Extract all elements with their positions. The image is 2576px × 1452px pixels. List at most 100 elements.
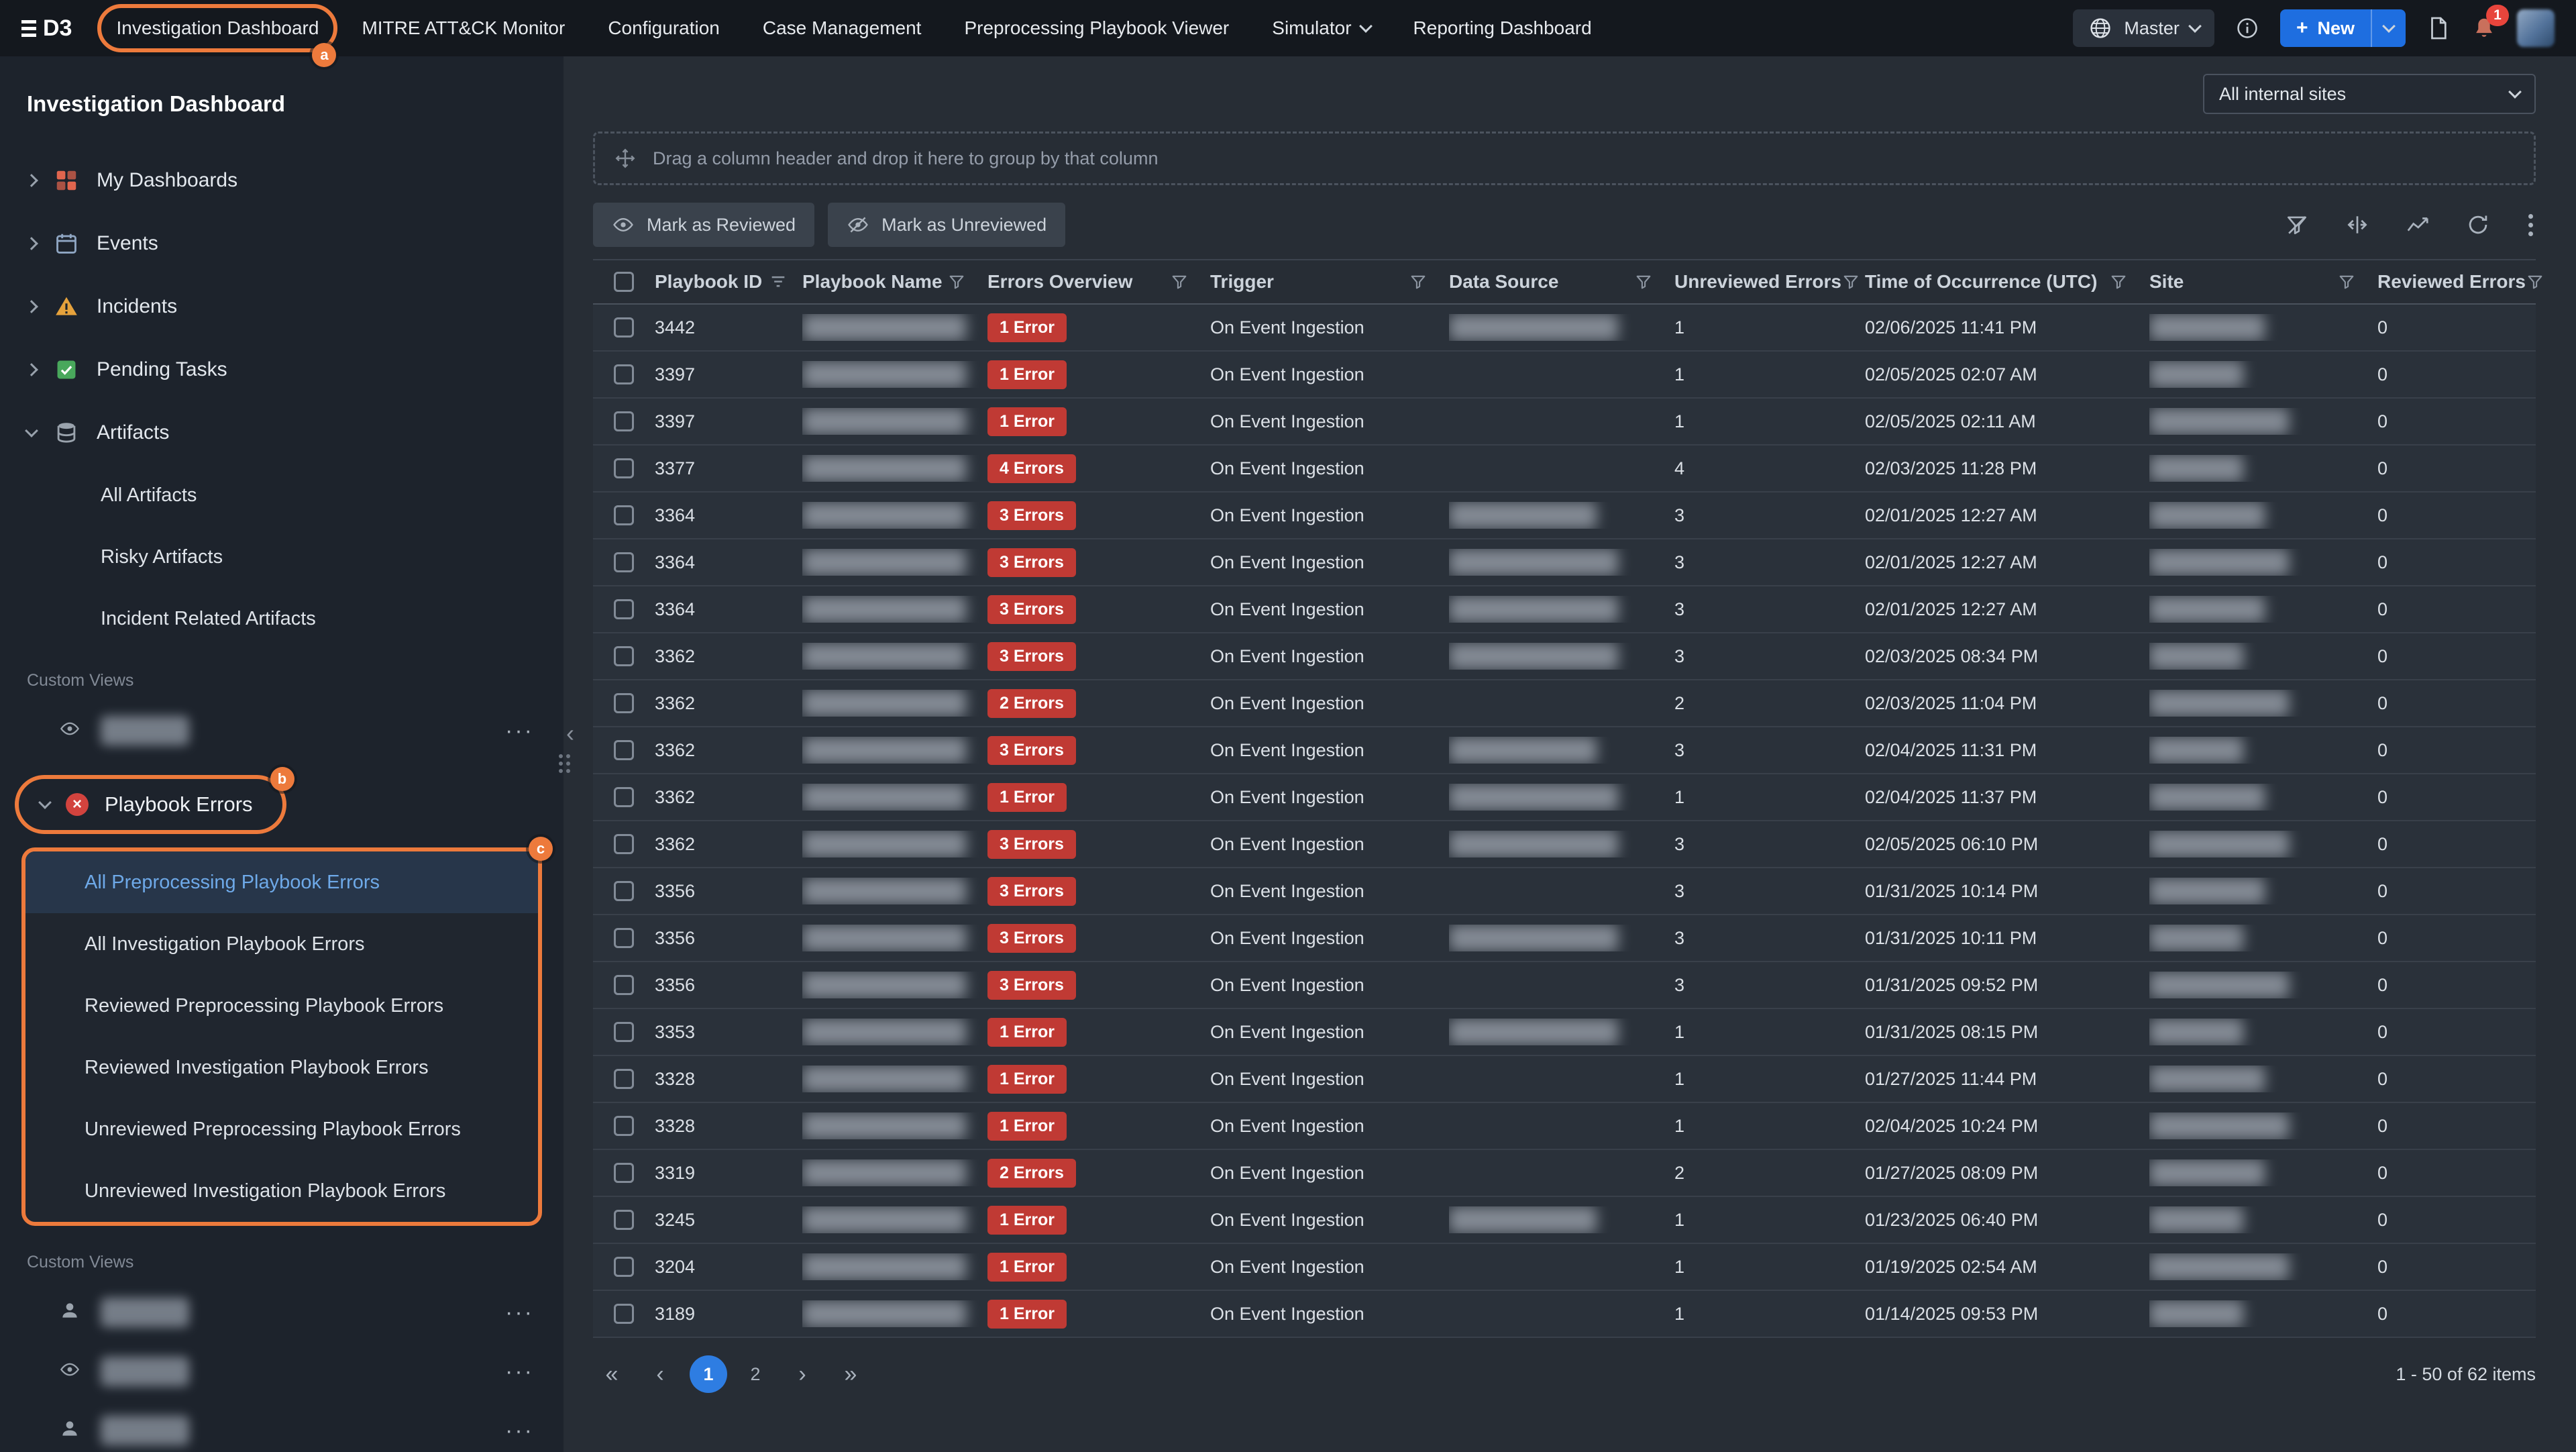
more-options-icon[interactable]: ··· bbox=[505, 1418, 534, 1444]
row-checkbox[interactable] bbox=[614, 975, 634, 995]
row-checkbox[interactable] bbox=[614, 1163, 634, 1183]
table-row[interactable]: 33621 ErrorOn Event Ingestion102/04/2025… bbox=[593, 774, 2536, 821]
table-row[interactable]: 33643 ErrorsOn Event Ingestion302/01/202… bbox=[593, 586, 2536, 633]
row-checkbox[interactable] bbox=[614, 1257, 634, 1277]
group-by-dropzone[interactable]: Drag a column header and drop it here to… bbox=[593, 132, 2536, 185]
previous-page-button[interactable]: ‹ bbox=[641, 1355, 679, 1393]
row-checkbox[interactable] bbox=[614, 1304, 634, 1324]
column-header-reviewed-errors[interactable]: Reviewed Errors bbox=[2377, 271, 2536, 293]
row-checkbox[interactable] bbox=[614, 928, 634, 948]
sidebar-item-playbook-errors[interactable]: × Playbook Errors b bbox=[19, 779, 282, 830]
table-row[interactable]: 33281 ErrorOn Event Ingestion101/27/2025… bbox=[593, 1056, 2536, 1103]
table-row[interactable]: 33192 ErrorsOn Event Ingestion201/27/202… bbox=[593, 1150, 2536, 1197]
clear-filters-icon[interactable] bbox=[2284, 212, 2310, 238]
new-button-main[interactable]: + New bbox=[2280, 9, 2372, 47]
table-row[interactable]: 32041 ErrorOn Event Ingestion101/19/2025… bbox=[593, 1244, 2536, 1291]
nav-item-investigation-dashboard[interactable]: Investigation Dashboarda bbox=[101, 8, 333, 48]
filter-icon[interactable] bbox=[1841, 272, 1860, 291]
table-row[interactable]: 33971 ErrorOn Event Ingestion102/05/2025… bbox=[593, 399, 2536, 446]
sidebar-item-unreviewed-preprocessing-playbook-errors[interactable]: Unreviewed Preprocessing Playbook Errors bbox=[25, 1098, 538, 1160]
notifications-button[interactable]: 1 bbox=[2471, 15, 2497, 41]
row-checkbox[interactable] bbox=[614, 1069, 634, 1089]
document-button[interactable] bbox=[2426, 15, 2451, 41]
column-header-data-source[interactable]: Data Source bbox=[1449, 271, 1674, 293]
table-row[interactable]: 33531 ErrorOn Event Ingestion101/31/2025… bbox=[593, 1009, 2536, 1056]
sidebar-drag-grip[interactable] bbox=[559, 754, 570, 773]
new-button[interactable]: + New bbox=[2280, 9, 2406, 47]
filter-icon[interactable] bbox=[1634, 272, 1653, 291]
custom-view-item[interactable]: ··· bbox=[0, 1283, 564, 1342]
new-button-caret[interactable] bbox=[2372, 9, 2406, 47]
table-row[interactable]: 33563 ErrorsOn Event Ingestion301/31/202… bbox=[593, 915, 2536, 962]
next-page-button[interactable]: › bbox=[784, 1355, 821, 1393]
more-options-icon[interactable]: ··· bbox=[505, 718, 534, 744]
nav-item-preprocessing-playbook-viewer[interactable]: Preprocessing Playbook Viewer bbox=[949, 8, 1244, 48]
row-checkbox[interactable] bbox=[614, 317, 634, 338]
page-2-button[interactable]: 2 bbox=[738, 1364, 773, 1385]
column-header-unreviewed-errors[interactable]: Unreviewed Errors bbox=[1674, 271, 1865, 293]
fit-columns-icon[interactable] bbox=[2345, 212, 2370, 238]
page-1-button[interactable]: 1 bbox=[690, 1355, 727, 1393]
mark-as-reviewed-button[interactable]: Mark as Reviewed bbox=[593, 203, 814, 247]
nav-item-case-management[interactable]: Case Management bbox=[748, 8, 936, 48]
table-row[interactable]: 33971 ErrorOn Event Ingestion102/05/2025… bbox=[593, 352, 2536, 399]
nav-item-reporting-dashboard[interactable]: Reporting Dashboard bbox=[1399, 8, 1607, 48]
more-options-kebab-icon[interactable] bbox=[2526, 211, 2536, 239]
table-row[interactable]: 33622 ErrorsOn Event Ingestion202/03/202… bbox=[593, 680, 2536, 727]
filter-icon[interactable] bbox=[2337, 272, 2356, 291]
sidebar-item-pending-tasks[interactable]: Pending Tasks bbox=[0, 338, 564, 401]
column-header-playbook-id[interactable]: Playbook ID bbox=[655, 271, 802, 293]
row-checkbox[interactable] bbox=[614, 599, 634, 619]
sidebar-item-all-investigation-playbook-errors[interactable]: All Investigation Playbook Errors bbox=[25, 913, 538, 975]
sidebar-item-reviewed-preprocessing-playbook-errors[interactable]: Reviewed Preprocessing Playbook Errors bbox=[25, 975, 538, 1037]
select-all-checkbox[interactable] bbox=[614, 272, 634, 292]
nav-item-configuration[interactable]: Configuration bbox=[593, 8, 735, 48]
master-site-selector[interactable]: Master bbox=[2073, 9, 2214, 47]
custom-view-item[interactable]: ··· bbox=[0, 701, 564, 760]
row-checkbox[interactable] bbox=[614, 458, 634, 478]
table-row[interactable]: 34421 ErrorOn Event Ingestion102/06/2025… bbox=[593, 305, 2536, 352]
sidebar-item-all-artifacts[interactable]: All Artifacts bbox=[0, 464, 564, 526]
table-row[interactable]: 33643 ErrorsOn Event Ingestion302/01/202… bbox=[593, 539, 2536, 586]
d3-logo[interactable]: D3 bbox=[21, 15, 72, 42]
table-row[interactable]: 33281 ErrorOn Event Ingestion102/04/2025… bbox=[593, 1103, 2536, 1150]
column-header-trigger[interactable]: Trigger bbox=[1210, 271, 1449, 293]
table-row[interactable]: 33563 ErrorsOn Event Ingestion301/31/202… bbox=[593, 868, 2536, 915]
sidebar-item-incidents[interactable]: Incidents bbox=[0, 275, 564, 338]
sidebar-item-incident-related-artifacts[interactable]: Incident Related Artifacts bbox=[0, 588, 564, 650]
last-page-button[interactable]: » bbox=[832, 1355, 869, 1393]
row-checkbox[interactable] bbox=[614, 787, 634, 807]
table-row[interactable]: 33774 ErrorsOn Event Ingestion402/03/202… bbox=[593, 446, 2536, 492]
filter-icon[interactable] bbox=[1409, 272, 1428, 291]
sidebar-item-reviewed-investigation-playbook-errors[interactable]: Reviewed Investigation Playbook Errors bbox=[25, 1037, 538, 1098]
table-row[interactable]: 33623 ErrorsOn Event Ingestion302/05/202… bbox=[593, 821, 2536, 868]
table-row[interactable]: 33623 ErrorsOn Event Ingestion302/03/202… bbox=[593, 633, 2536, 680]
nav-item-mitre-att-ck-monitor[interactable]: MITRE ATT&CK Monitor bbox=[347, 8, 580, 48]
sidebar-collapse-handle[interactable]: ‹ bbox=[566, 719, 574, 747]
column-header-errors-overview[interactable]: Errors Overview bbox=[987, 271, 1210, 293]
info-button[interactable] bbox=[2235, 15, 2260, 41]
sidebar-item-my-dashboards[interactable]: My Dashboards bbox=[0, 149, 564, 212]
sidebar-item-events[interactable]: Events bbox=[0, 212, 564, 275]
row-checkbox[interactable] bbox=[614, 834, 634, 854]
sidebar-item-unreviewed-investigation-playbook-errors[interactable]: Unreviewed Investigation Playbook Errors bbox=[25, 1160, 538, 1222]
sidebar-item-risky-artifacts[interactable]: Risky Artifacts bbox=[0, 526, 564, 588]
filter-icon[interactable] bbox=[2109, 272, 2128, 291]
row-checkbox[interactable] bbox=[614, 881, 634, 901]
table-row[interactable]: 33623 ErrorsOn Event Ingestion302/04/202… bbox=[593, 727, 2536, 774]
mark-as-unreviewed-button[interactable]: Mark as Unreviewed bbox=[828, 203, 1065, 247]
row-checkbox[interactable] bbox=[614, 552, 634, 572]
filter-icon[interactable] bbox=[947, 272, 966, 291]
row-checkbox[interactable] bbox=[614, 646, 634, 666]
row-checkbox[interactable] bbox=[614, 1210, 634, 1230]
avatar[interactable] bbox=[2517, 9, 2555, 47]
custom-view-item[interactable]: ··· bbox=[0, 1342, 564, 1401]
table-row[interactable]: 32451 ErrorOn Event Ingestion101/23/2025… bbox=[593, 1197, 2536, 1244]
more-options-icon[interactable]: ··· bbox=[505, 1359, 534, 1385]
row-checkbox[interactable] bbox=[614, 693, 634, 713]
filter-icon[interactable] bbox=[2526, 272, 2544, 291]
row-checkbox[interactable] bbox=[614, 1022, 634, 1042]
nav-item-simulator[interactable]: Simulator bbox=[1257, 8, 1385, 48]
custom-view-item[interactable]: ··· bbox=[0, 1401, 564, 1452]
column-header-playbook-name[interactable]: Playbook Name bbox=[802, 271, 987, 293]
